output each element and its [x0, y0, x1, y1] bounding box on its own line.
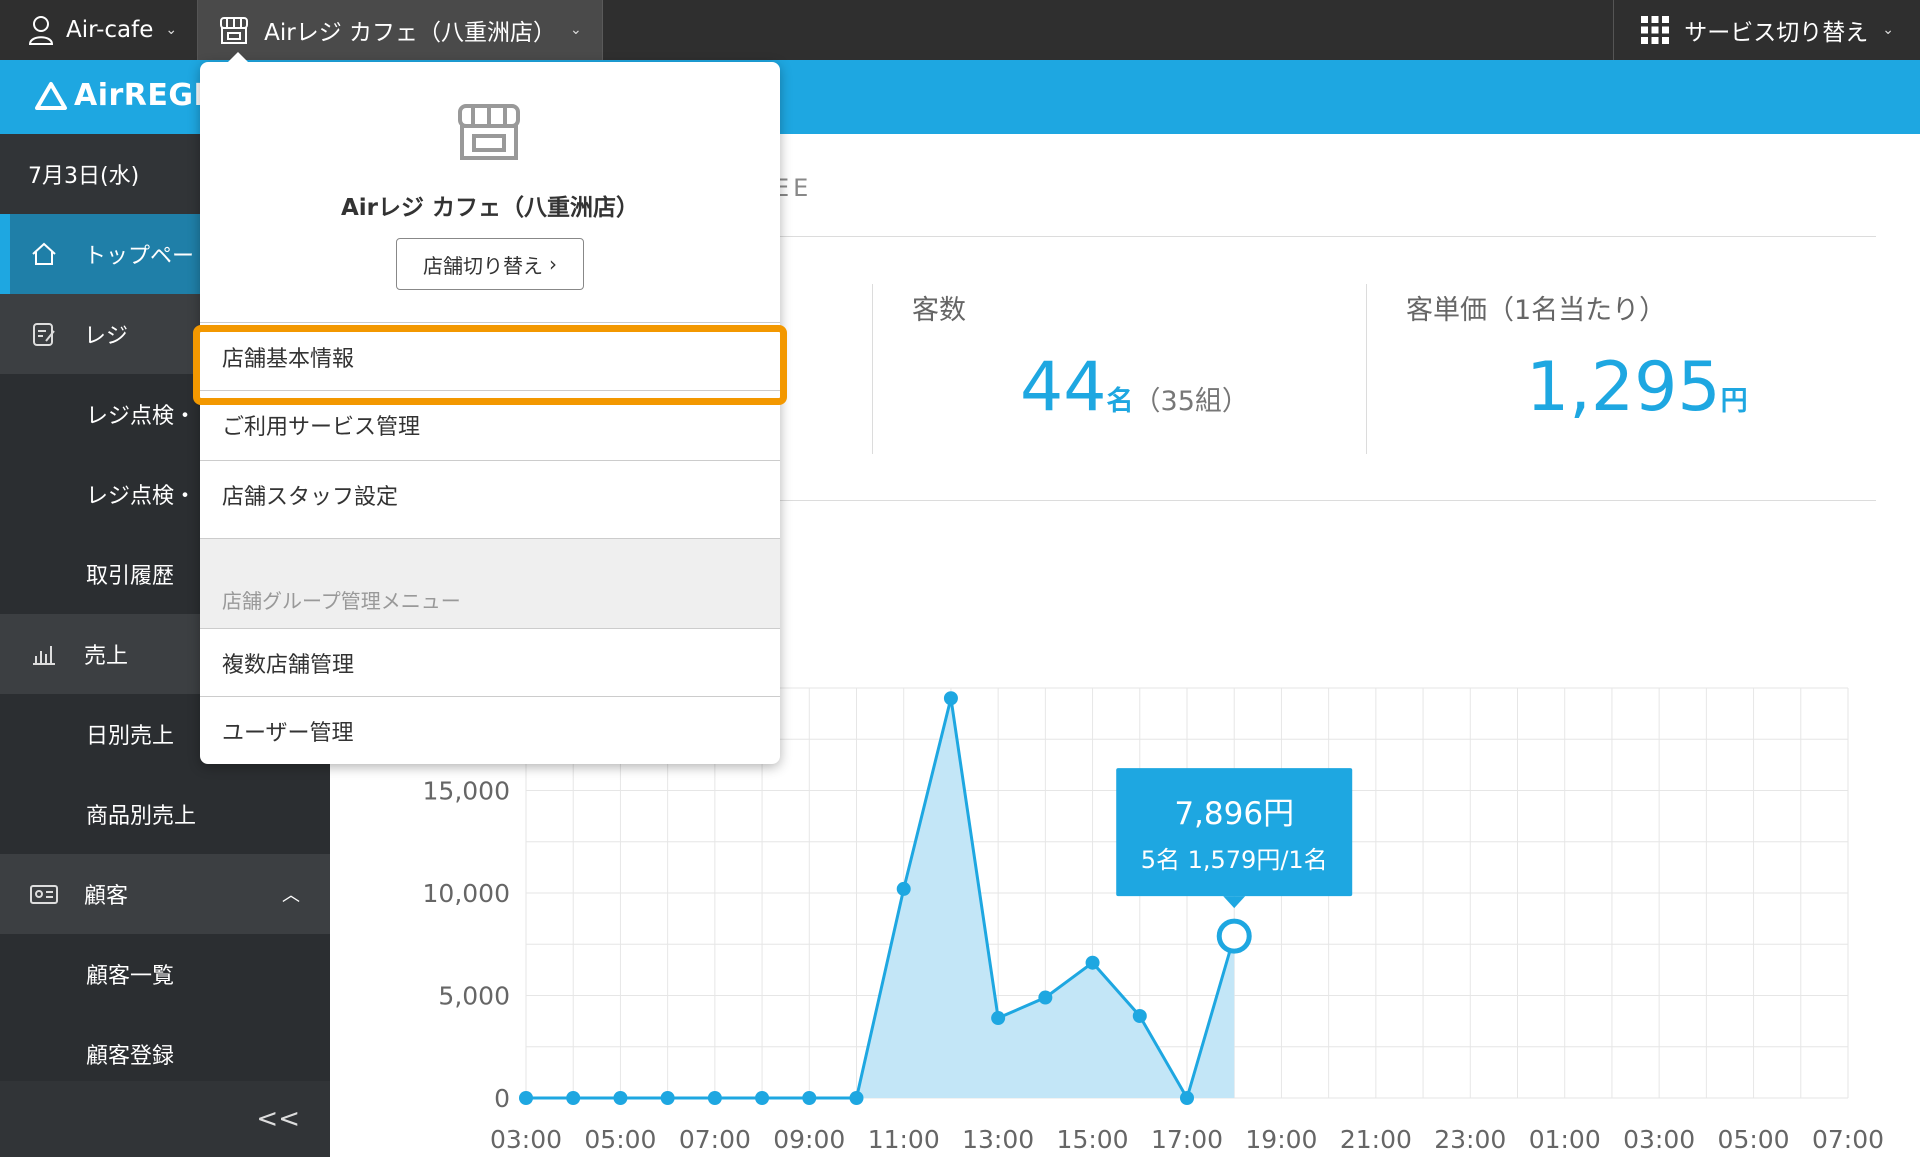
dropdown-store-name: Airレジ カフェ（八重洲店）	[340, 195, 640, 221]
y-tick-label: 0	[494, 1084, 510, 1113]
sidebar-item-label: 顧客	[84, 884, 129, 909]
x-tick-label: 05:00	[1718, 1125, 1790, 1154]
chevron-right-icon: ›	[549, 252, 557, 276]
top-bar: Air-cafe ⌄ Airレジ カフェ（八重洲店） ⌄ サービス切り替え ⌄	[0, 0, 1920, 60]
x-tick-label: 01:00	[1529, 1125, 1601, 1154]
sidebar-collapse-button[interactable]: <<	[0, 1081, 330, 1157]
data-point-highlighted	[1216, 918, 1252, 954]
account-name: Air-cafe	[66, 17, 154, 43]
data-point	[943, 691, 958, 706]
data-point	[896, 881, 911, 896]
x-tick-label: 17:00	[1151, 1125, 1223, 1154]
tooltip-detail: 5名 1,579円/1名	[1141, 846, 1328, 874]
service-switch-menu[interactable]: サービス切り替え ⌄	[1613, 0, 1920, 60]
x-tick-label: 11:00	[868, 1125, 940, 1154]
bar-chart-icon	[30, 640, 58, 668]
id-card-icon	[30, 880, 58, 908]
x-tick-label: 13:00	[962, 1125, 1034, 1154]
data-point	[802, 1091, 817, 1105]
chevron-down-icon: ⌄	[570, 22, 582, 38]
y-tick-label: 5,000	[438, 982, 510, 1011]
menu-item-multi-store[interactable]: 複数店舗管理	[200, 628, 780, 696]
data-point	[519, 1091, 533, 1105]
sidebar-item-customer-list[interactable]: 顧客一覧	[0, 934, 330, 1014]
tooltip-amount: 7,896円	[1174, 796, 1294, 832]
y-tick-label: 10,000	[423, 879, 510, 908]
logo-mark-icon	[35, 81, 67, 110]
store-icon	[220, 17, 249, 44]
x-tick-label: 19:00	[1245, 1125, 1317, 1154]
register-icon	[30, 320, 58, 348]
data-point	[613, 1091, 628, 1105]
grid-icon	[1641, 16, 1670, 44]
data-point	[991, 1011, 1006, 1026]
data-point	[660, 1091, 675, 1105]
user-icon	[28, 16, 54, 45]
store-switch-button[interactable]: 店舗切り替え ›	[396, 238, 584, 290]
data-point	[755, 1091, 770, 1105]
x-tick-label: 23:00	[1434, 1125, 1506, 1154]
chevron-down-icon: ⌄	[165, 22, 178, 38]
y-tick-label: 15,000	[423, 777, 510, 806]
group-menu-heading: 店舗グループ管理メニュー	[200, 538, 780, 628]
x-tick-label: 15:00	[1057, 1125, 1129, 1154]
data-point	[849, 1091, 864, 1105]
data-point	[707, 1091, 722, 1105]
account-menu[interactable]: Air-cafe ⌄	[0, 0, 199, 60]
home-icon	[30, 240, 58, 268]
data-point	[1132, 1009, 1147, 1023]
menu-item-staff-settings[interactable]: 店舗スタッフ設定	[200, 460, 780, 528]
menu-item-service-management[interactable]: ご利用サービス管理	[200, 390, 780, 458]
data-point	[1085, 955, 1100, 970]
store-icon	[458, 104, 520, 160]
sidebar-item-label: 売上	[84, 644, 129, 669]
x-tick-label: 09:00	[773, 1125, 845, 1154]
sidebar-item-label: レジ	[84, 324, 129, 349]
service-switch-label: サービス切り替え	[1684, 20, 1869, 46]
sidebar-item-product-sales[interactable]: 商品別売上	[0, 774, 330, 854]
menu-item-user-management[interactable]: ユーザー管理	[200, 696, 780, 764]
x-tick-label: 05:00	[584, 1125, 656, 1154]
x-tick-label: 21:00	[1340, 1125, 1412, 1154]
x-tick-label: 07:00	[679, 1125, 751, 1154]
airregi-logo[interactable]: AirREGI	[34, 78, 205, 113]
store-name: Airレジ カフェ（八重洲店）	[264, 20, 557, 46]
tooltip-arrow	[1223, 896, 1246, 909]
data-point	[566, 1091, 581, 1105]
data-point	[1180, 1091, 1194, 1105]
x-tick-label: 07:00	[1812, 1125, 1884, 1154]
store-menu[interactable]: Airレジ カフェ（八重洲店） ⌄	[198, 0, 603, 60]
chevron-up-icon[interactable]: ︿	[282, 881, 300, 907]
store-dropdown-menu: Airレジ カフェ（八重洲店） 店舗切り替え › 店舗基本情報 ご利用サービス管…	[200, 52, 780, 764]
sidebar-item-customers[interactable]: 顧客 ︿	[0, 854, 330, 934]
x-tick-label: 03:00	[490, 1125, 562, 1154]
chevron-down-icon: ⌄	[1882, 22, 1894, 38]
sidebar-item-label: トップペー	[84, 244, 195, 269]
x-tick-label: 03:00	[1623, 1125, 1695, 1154]
menu-item-store-info[interactable]: 店舗基本情報	[200, 322, 780, 390]
logo-text: AirREGI	[74, 78, 206, 113]
data-point	[1038, 990, 1053, 1005]
store-switch-label: 店舗切り替え	[423, 253, 543, 278]
